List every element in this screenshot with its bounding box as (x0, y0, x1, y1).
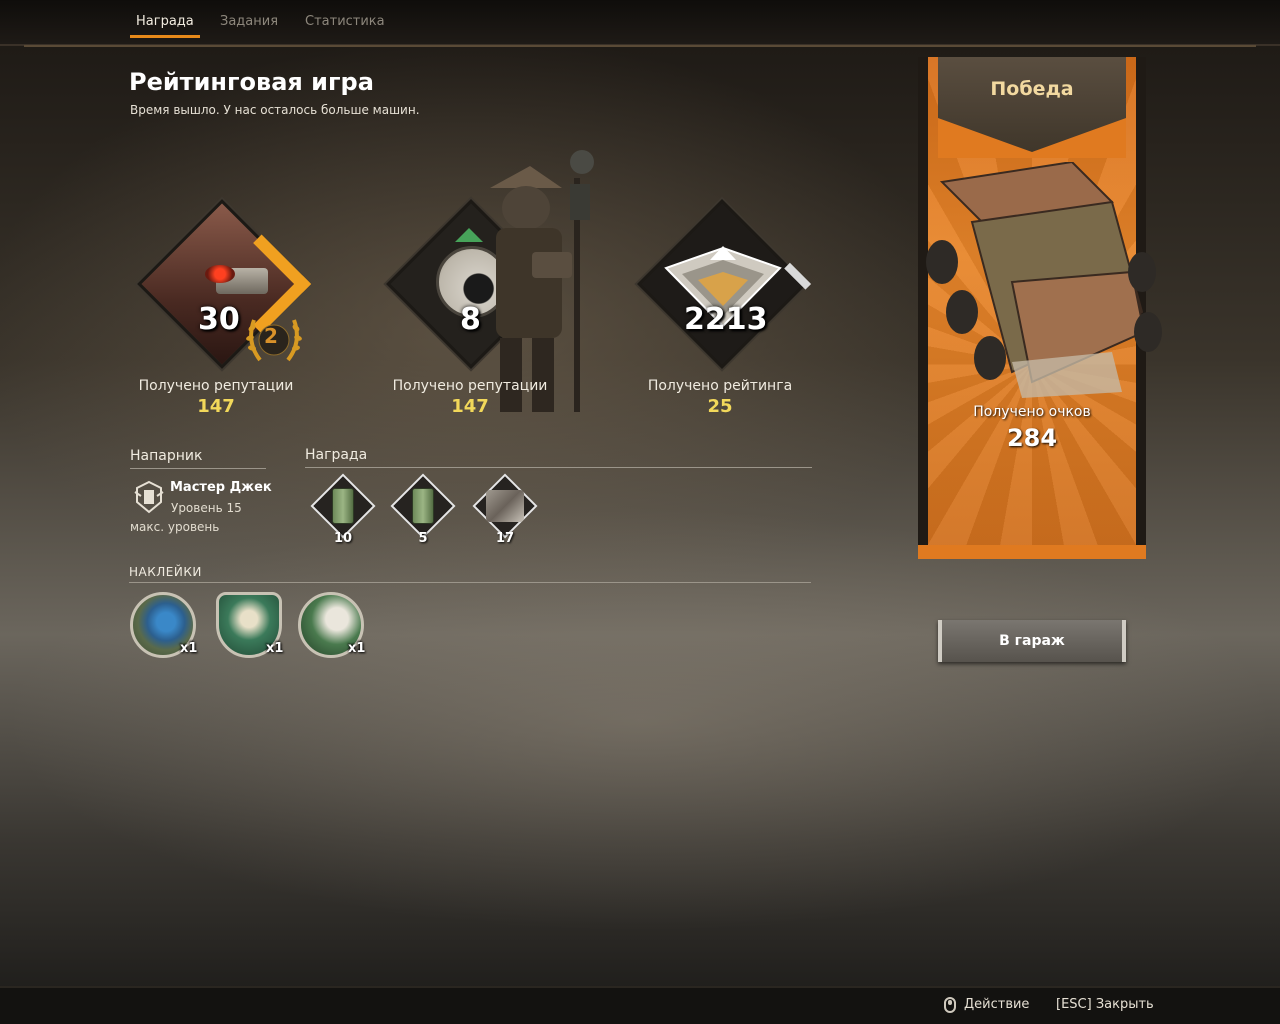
stickers-divider (129, 582, 811, 583)
action-hint[interactable]: Действие (964, 997, 1029, 1012)
sticker-gear[interactable]: x1 (130, 592, 198, 662)
rating-label: Получено рейтинга (647, 378, 793, 394)
partner-max-level: макс. уровень (130, 520, 220, 534)
reputation-value-1: 147 (197, 396, 235, 417)
portrait-eye-icon (205, 265, 235, 283)
sticker-no-cat[interactable]: x1 (298, 592, 366, 662)
page-title: Рейтинговая игра (129, 68, 374, 96)
sticker-lifter[interactable]: x1 (216, 592, 284, 662)
sticker-count: x1 (348, 641, 366, 656)
prestige-badge: 2 (264, 324, 278, 348)
reputation-label-2: Получено репутации (392, 378, 548, 394)
reward-item-scrap[interactable]: 17 (472, 473, 538, 548)
reputation-label-1: Получено репутации (138, 378, 294, 394)
partner-section-title: Напарник (130, 448, 203, 464)
to-garage-button[interactable]: В гараж (938, 620, 1126, 662)
tab-reward[interactable]: Награда (130, 14, 200, 38)
reward-section-title: Награда (305, 447, 368, 463)
banner-chevron (938, 118, 1126, 158)
page-subtitle: Время вышло. У нас осталось больше машин… (130, 103, 420, 117)
fuel-can-icon (332, 488, 354, 524)
reward-item-fuel-2[interactable]: 5 (390, 473, 456, 548)
stickers-section-title: НАКЛЕЙКИ (129, 565, 202, 579)
sticker-count: x1 (266, 641, 284, 656)
reputation-level-2: 8 (460, 302, 481, 337)
fuel-can-icon (412, 488, 434, 524)
mouse-icon (944, 997, 956, 1013)
scrap-metal-icon (486, 490, 524, 522)
reputation-level: 30 (198, 302, 240, 337)
sticker-count: x1 (180, 641, 198, 656)
rating-value: 25 (707, 396, 733, 417)
victory-title: Победа (990, 78, 1074, 100)
reward-item-fuel-1[interactable]: 10 (310, 473, 376, 548)
tab-tasks[interactable]: Задания (220, 14, 278, 29)
partner-emblem-icon (134, 480, 164, 514)
reward-divider (305, 467, 812, 468)
partner-name: Мастер Джек (170, 480, 272, 495)
reward-count: 5 (418, 531, 428, 546)
partner-divider (130, 468, 266, 469)
points-value: 284 (1006, 424, 1058, 452)
mechanic-character-icon (490, 150, 594, 412)
close-hint[interactable]: [ESC] Закрыть (1056, 997, 1154, 1012)
top-bar-divider (24, 45, 1256, 47)
vehicle-icon (926, 162, 1162, 398)
rating-total: 2213 (684, 302, 768, 337)
partner-level: Уровень 15 (171, 501, 242, 515)
tab-statistics[interactable]: Статистика (305, 14, 385, 29)
reward-count: 17 (495, 531, 515, 546)
progress-corner (784, 262, 812, 290)
points-label: Получено очков (973, 404, 1091, 420)
reward-count: 10 (333, 531, 353, 546)
reputation-value-2: 147 (451, 396, 489, 417)
